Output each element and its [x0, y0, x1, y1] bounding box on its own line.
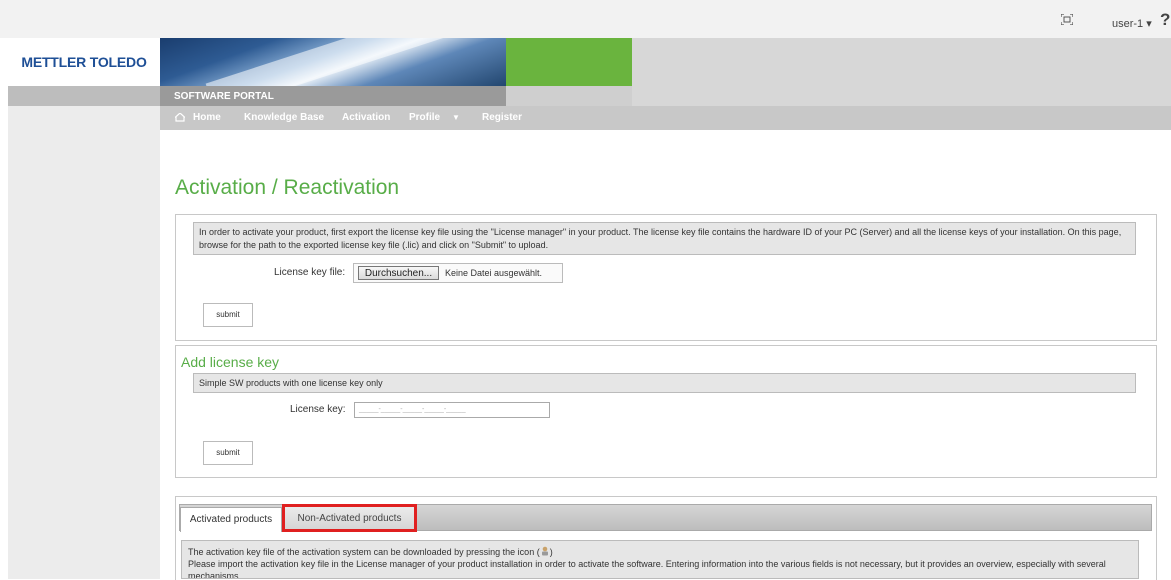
- submit-key-button[interactable]: submit: [203, 441, 253, 465]
- add-license-info: Simple SW products with one license key …: [193, 373, 1136, 393]
- info-line1-post: ): [549, 547, 553, 557]
- banner-image: [160, 38, 506, 86]
- portal-bar-right: [506, 86, 632, 106]
- user-menu[interactable]: user-1 ▾: [1112, 17, 1152, 30]
- tab-activated-products[interactable]: Activated products: [180, 507, 282, 532]
- main-nav: Home Knowledge Base Activation Profile ▼…: [160, 106, 1171, 130]
- page-title: Activation / Reactivation: [175, 176, 400, 199]
- portal-label: SOFTWARE PORTAL: [174, 91, 274, 102]
- nav-profile[interactable]: Profile: [409, 112, 440, 123]
- download-icon: [541, 546, 548, 556]
- logo-text: METTLER TOLEDO: [21, 54, 147, 70]
- banner-green-block: [506, 38, 632, 86]
- products-info: The activation key file of the activatio…: [181, 540, 1139, 579]
- nav-knowledge-base[interactable]: Knowledge Base: [244, 112, 324, 123]
- nav-home[interactable]: Home: [193, 112, 221, 123]
- nav-activation[interactable]: Activation: [342, 112, 390, 123]
- top-bar: [0, 0, 1171, 38]
- info-line1-pre: The activation key file of the activatio…: [188, 547, 540, 557]
- mettler-toledo-logo[interactable]: METTLER TOLEDO: [8, 38, 160, 86]
- license-file-label: License key file:: [274, 267, 346, 278]
- activation-info: In order to activate your product, first…: [193, 222, 1136, 255]
- info-line2: Please import the activation key file in…: [188, 559, 1106, 579]
- help-icon[interactable]: ?: [1160, 10, 1170, 30]
- home-icon[interactable]: [175, 113, 185, 122]
- add-license-title: Add license key: [181, 354, 280, 370]
- browse-button[interactable]: Durchsuchen...: [358, 266, 439, 280]
- fullscreen-icon[interactable]: [1061, 14, 1073, 25]
- left-column: [8, 38, 160, 579]
- highlight-box: [282, 504, 417, 532]
- no-file-text: Keine Datei ausgewählt.: [445, 268, 543, 278]
- header-banner: SOFTWARE PORTAL: [160, 38, 632, 106]
- banner-right-area: [632, 38, 1171, 106]
- nav-register[interactable]: Register: [482, 112, 522, 123]
- license-key-input[interactable]: _____-_____-_____-_____-_____: [354, 402, 550, 418]
- submit-file-button[interactable]: submit: [203, 303, 253, 327]
- license-key-label: License key:: [290, 404, 346, 415]
- profile-caret-icon[interactable]: ▼: [452, 113, 460, 122]
- left-grey-bar: [8, 86, 160, 106]
